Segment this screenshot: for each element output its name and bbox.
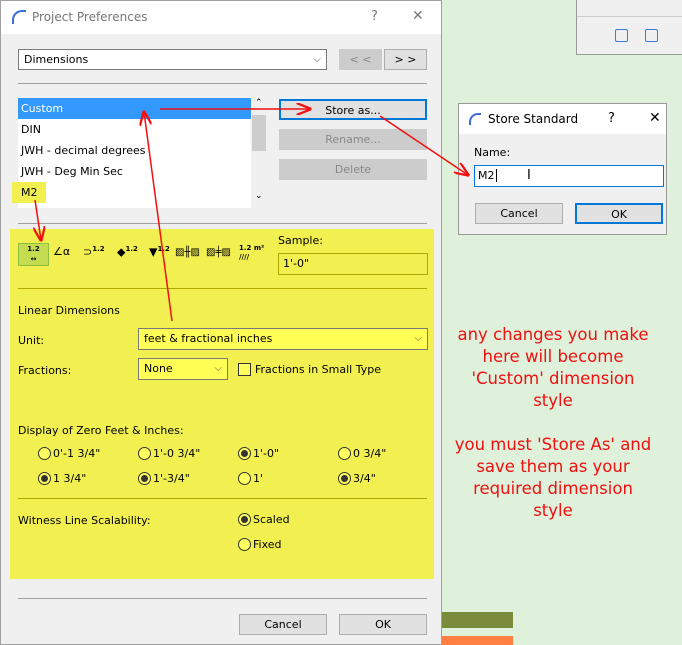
arrow-unit-to-custom: [144, 112, 173, 322]
arrow-m2-to-icons: [35, 199, 41, 240]
annotation-arrows: [0, 0, 682, 322]
arrow-store-to-name: [379, 115, 468, 175]
